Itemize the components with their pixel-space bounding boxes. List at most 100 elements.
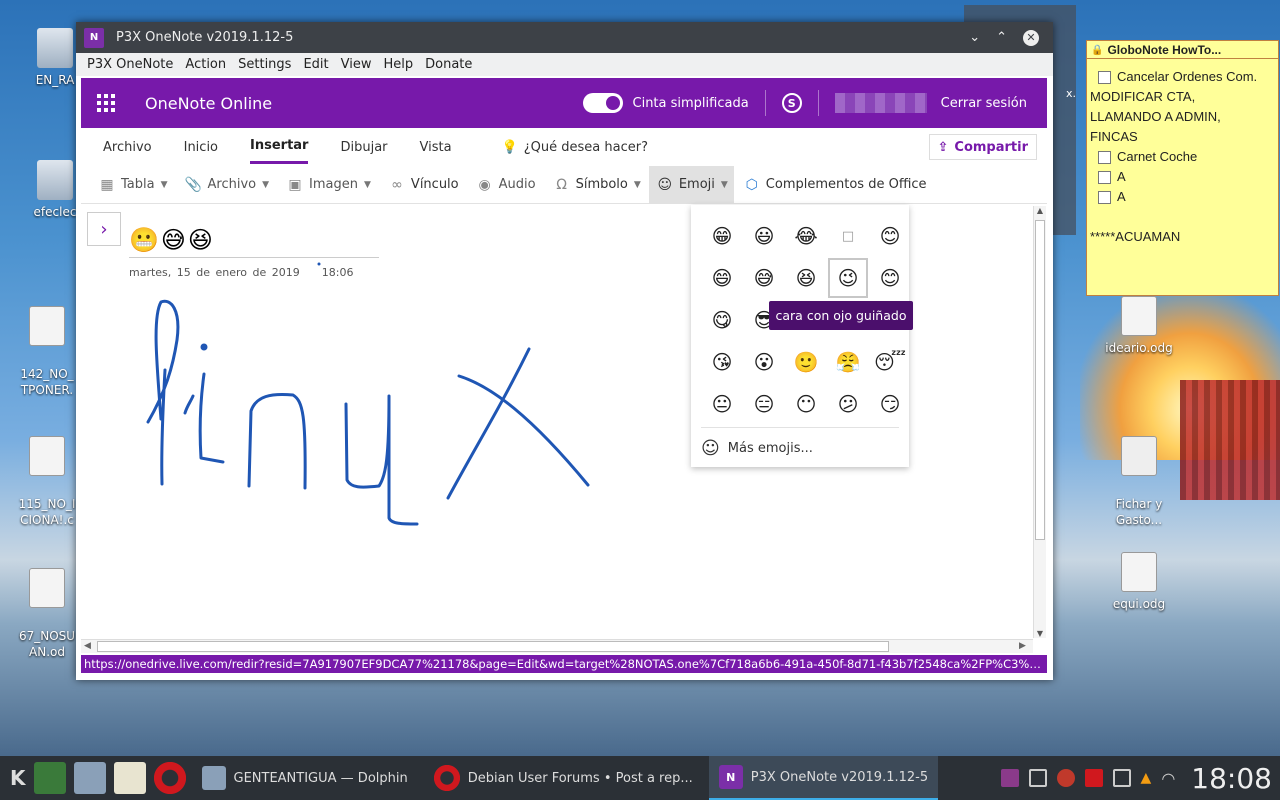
insert-symbol-button[interactable]: Ω Símbolo ▼	[554, 166, 641, 204]
task-dolphin[interactable]: GENTEANTIGUA — Dolphin	[192, 756, 418, 800]
emoji-cell-selected[interactable]: 😉	[827, 257, 869, 299]
tray-app-icon[interactable]	[1000, 769, 1019, 787]
emoji-cell[interactable]: 😘	[701, 341, 743, 383]
network-icon[interactable]: ◠	[1161, 769, 1175, 788]
menu-settings[interactable]: Settings	[238, 57, 291, 72]
emoji-cell[interactable]: 😄	[701, 257, 743, 299]
simplified-ribbon-toggle[interactable]	[582, 93, 623, 113]
checkbox[interactable]	[1098, 190, 1111, 204]
desktop-icon-doc-142[interactable]: 142_NO_ TPONER.	[12, 290, 82, 414]
insert-link-button[interactable]: ∞ Vínculo	[389, 166, 459, 204]
sticky-note-title[interactable]: 🔒 GloboNote HowTo...	[1087, 41, 1278, 59]
tab-insertar[interactable]: Insertar	[250, 130, 309, 164]
minimize-icon[interactable]: ⌄	[969, 30, 980, 45]
task-onenote[interactable]: N P3X OneNote v2019.1.12-5	[708, 756, 939, 800]
sign-out-link[interactable]: Cerrar sesión	[941, 96, 1027, 111]
scrollbar-thumb[interactable]	[97, 641, 889, 652]
horizontal-scrollbar[interactable]: ◀ ▶	[81, 639, 1033, 653]
app-name[interactable]: OneNote Online	[145, 94, 272, 113]
desktop-icon-doc-67[interactable]: 67_NOSU AN.od	[12, 552, 82, 676]
sticky-line: Carnet Coche	[1090, 147, 1275, 167]
battery-icon[interactable]	[1028, 769, 1047, 787]
share-button[interactable]: ⇪ Compartir	[928, 134, 1037, 160]
emoji-cell[interactable]: 😊	[869, 215, 911, 257]
emoji-cell[interactable]: 😅	[743, 257, 785, 299]
kde-launcher-icon[interactable]: K	[10, 766, 26, 790]
insert-file-button[interactable]: 📎 Archivo ▼	[185, 166, 269, 204]
checkbox[interactable]	[1098, 70, 1111, 84]
maximize-icon[interactable]: ⌃	[996, 30, 1007, 45]
sticky-line: A	[1090, 167, 1275, 187]
menu-view[interactable]: View	[341, 57, 372, 72]
clock[interactable]: 18:08	[1191, 762, 1272, 795]
checkbox[interactable]	[1098, 150, 1111, 164]
arrow-up-icon[interactable]: ▲	[1141, 770, 1152, 786]
emoji-cell[interactable]: 😆	[785, 257, 827, 299]
menu-p3x-onenote[interactable]: P3X OneNote	[87, 57, 173, 72]
scroll-down-icon[interactable]: ▼	[1034, 629, 1046, 638]
menu-action[interactable]: Action	[185, 57, 226, 72]
audio-icon: ◉	[478, 176, 491, 193]
menu-donate[interactable]: Donate	[425, 57, 472, 72]
menu-help[interactable]: Help	[384, 57, 414, 72]
emoji-cell[interactable]: 😋	[701, 299, 743, 341]
tab-archivo[interactable]: Archivo	[103, 130, 152, 164]
close-icon[interactable]: ✕	[1023, 29, 1039, 46]
tab-vista[interactable]: Vista	[420, 130, 452, 164]
emoji-cell[interactable]: 😮	[743, 341, 785, 383]
mega-icon[interactable]	[1084, 769, 1103, 787]
scroll-left-icon[interactable]: ◀	[84, 641, 91, 651]
office-addins-button[interactable]: ⬡ Complementos de Office	[744, 166, 927, 204]
vertical-scrollbar[interactable]: ▲ ▼	[1033, 206, 1046, 638]
tell-me-search[interactable]: 💡 ¿Qué desea hacer?	[502, 140, 648, 155]
emoji-picker[interactable]: 😁 😃 😂 □ 😊 😄 😅 😆 😉 😊 😋 😎 😘 😮 🙂 😤 😴 😐 😑 😶 …	[691, 205, 909, 467]
file-manager-icon[interactable]	[73, 762, 106, 794]
insert-audio-button[interactable]: ◉ Audio	[477, 166, 536, 204]
insert-emoji-button[interactable]: ☺ Emoji ▼	[648, 165, 734, 204]
skype-icon[interactable]: S	[781, 93, 802, 113]
chevron-down-icon: ▼	[364, 179, 371, 190]
emoji-cell-missing-glyph[interactable]: □	[827, 215, 869, 257]
insert-image-button[interactable]: ▣ Imagen ▼	[287, 166, 371, 204]
window-titlebar[interactable]: N P3X OneNote v2019.1.12-5 ⌄ ⌃ ✕	[76, 22, 1053, 53]
user-name-blurred	[834, 93, 927, 113]
desktop-icon-fichar[interactable]: Fichar y Gasto...	[1104, 420, 1174, 544]
emoji-cell[interactable]: 😴	[869, 341, 911, 383]
emoji-cell[interactable]: 😤	[827, 341, 869, 383]
menu-edit[interactable]: Edit	[303, 57, 328, 72]
emoji-cell[interactable]: 😃	[743, 215, 785, 257]
emoji-cell[interactable]: 😶	[785, 383, 827, 425]
scrollbar-thumb[interactable]	[1035, 220, 1045, 540]
checkbox[interactable]	[1098, 170, 1111, 184]
scroll-up-icon[interactable]: ▲	[1034, 206, 1046, 215]
emoji-cell[interactable]: 😕	[827, 383, 869, 425]
more-emojis-button[interactable]: ☺ Más emojis...	[701, 427, 899, 459]
emoji-cell[interactable]: 😂	[785, 215, 827, 257]
sticky-note-body[interactable]: Cancelar Ordenes Com. MODIFICAR CTA, LLA…	[1087, 59, 1278, 255]
desktop-icon-doc-115[interactable]: 115_NO_I CIONA!.c	[12, 420, 82, 544]
emoji-cell[interactable]: 😑	[743, 383, 785, 425]
emoji-cell[interactable]: 🙂	[785, 341, 827, 383]
desktop-icon-equi[interactable]: equi.odg	[1104, 552, 1174, 612]
insert-table-button[interactable]: ▦ Tabla ▼	[99, 166, 167, 204]
text-editor-icon[interactable]	[113, 762, 146, 794]
app-launcher-icon[interactable]	[97, 94, 115, 112]
blank-file-icon	[1121, 436, 1157, 476]
scroll-right-icon[interactable]: ▶	[1019, 641, 1026, 651]
emoji-cell[interactable]: 😁	[701, 215, 743, 257]
onenote-icon: N	[718, 765, 743, 789]
tab-dibujar[interactable]: Dibujar	[340, 130, 387, 164]
emoji-cell[interactable]: 😐	[701, 383, 743, 425]
alarm-clock-icon[interactable]	[1056, 769, 1075, 787]
opera-icon[interactable]	[153, 762, 186, 794]
tab-inicio[interactable]: Inicio	[184, 130, 218, 164]
emoji-cell[interactable]: 😏	[869, 383, 911, 425]
task-opera[interactable]: Debian User Forums • Post a rep...	[424, 756, 703, 800]
ink-stroke-x	[446, 347, 590, 500]
onenote-header: OneNote Online Cinta simplificada S Cerr…	[81, 78, 1047, 128]
system-monitor-icon[interactable]	[33, 762, 66, 794]
desktop-icon-ideario[interactable]: ideario.odg	[1104, 296, 1174, 356]
printer-icon[interactable]	[1112, 769, 1131, 787]
emoji-cell[interactable]: 😊	[869, 257, 911, 299]
sticky-note[interactable]: 🔒 GloboNote HowTo... Cancelar Ordenes Co…	[1086, 40, 1279, 296]
